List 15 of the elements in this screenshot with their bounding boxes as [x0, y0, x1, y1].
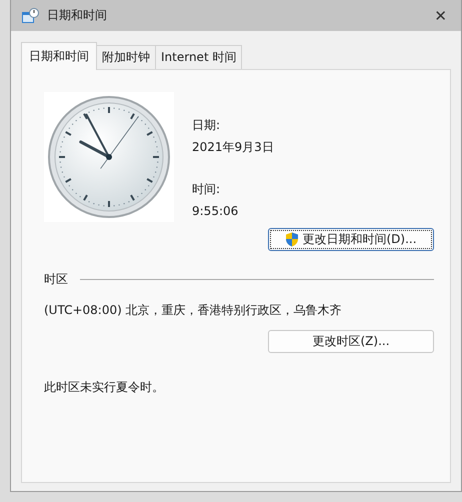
time-label: 时间:	[192, 181, 222, 198]
change-date-time-button[interactable]: 更改日期和时间(D)...	[268, 228, 434, 251]
dst-note: 此时区未实行夏令时。	[44, 379, 165, 396]
section-heading: 时区	[44, 271, 68, 288]
date-value: 2021年9月3日	[192, 139, 275, 156]
calendar-clock-icon	[21, 8, 39, 24]
time-value: 9:55:06	[192, 203, 240, 220]
close-button[interactable]: ✕	[430, 6, 451, 24]
date-label: 日期:	[192, 117, 222, 134]
timezone-text: (UTC+08:00) 北京，重庆，香港特别行政区，乌鲁木齐	[44, 302, 343, 319]
window-title: 日期和时间	[47, 7, 108, 24]
change-timezone-button[interactable]: 更改时区(Z)...	[268, 330, 434, 353]
shield-icon	[285, 232, 300, 247]
tab[interactable]: Internet 时间	[155, 45, 242, 69]
tab[interactable]: 日期和时间	[21, 42, 97, 70]
